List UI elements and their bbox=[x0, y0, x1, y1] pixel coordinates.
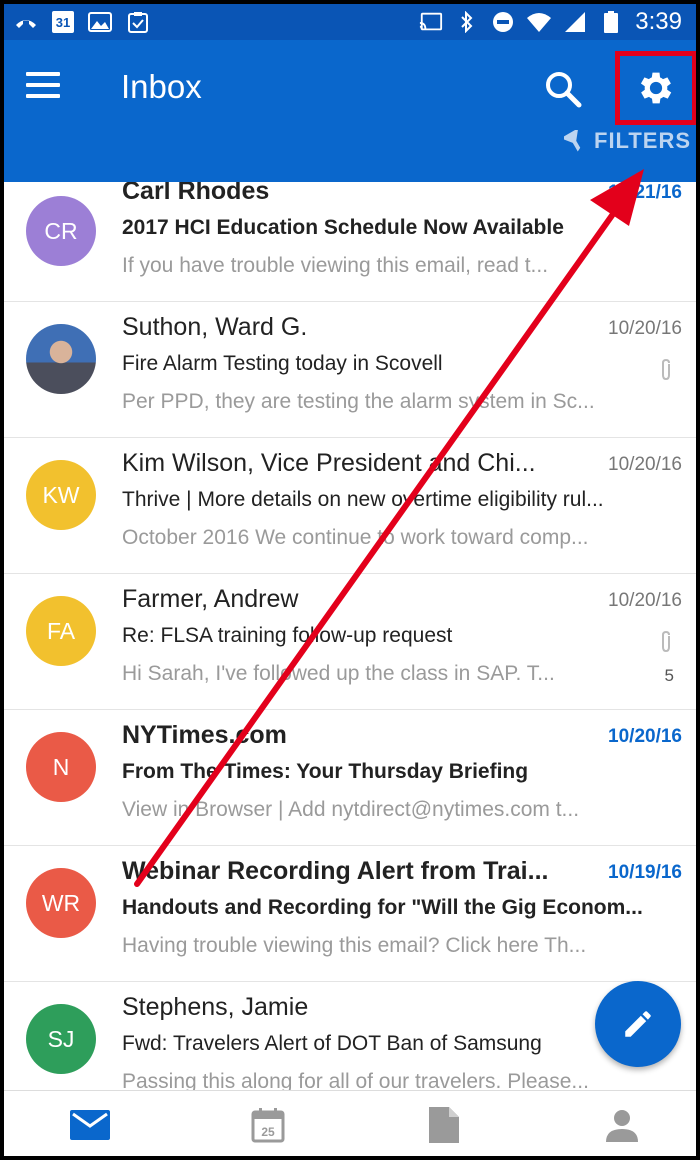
app-bar: Inbox FILTERS bbox=[4, 40, 696, 182]
nav-calendar-day: 25 bbox=[261, 1125, 275, 1139]
bottom-nav: 25 bbox=[4, 1090, 696, 1156]
mail-item[interactable]: Suthon, Ward G. 10/20/16 Fire Alarm Testin… bbox=[4, 302, 696, 438]
mail-sender: Kim Wilson, Vice President and Chi... bbox=[122, 449, 536, 477]
nav-files[interactable] bbox=[422, 1105, 466, 1145]
mail-icon bbox=[70, 1110, 110, 1140]
avatar: WR bbox=[26, 868, 96, 938]
avatar: FA bbox=[26, 596, 96, 666]
mail-sender: Carl Rhodes bbox=[122, 182, 270, 205]
filter-icon bbox=[564, 130, 581, 152]
gear-icon bbox=[640, 72, 672, 104]
mail-item[interactable]: SJ Stephens, Jamie Fwd: Travelers Alert of… bbox=[4, 982, 696, 1090]
mail-date: 10/19/16 bbox=[608, 862, 682, 883]
signal-icon bbox=[563, 11, 587, 33]
image-icon bbox=[88, 11, 112, 33]
avatar: SJ bbox=[26, 1004, 96, 1074]
mail-item[interactable]: KW Kim Wilson, Vice President and Chi... 1… bbox=[4, 438, 696, 574]
mail-sender: Farmer, Andrew bbox=[122, 585, 299, 613]
mail-subject: Re: FLSA training follow-up request bbox=[122, 624, 453, 647]
mail-preview: Hi Sarah, I've followed up the class in … bbox=[122, 662, 555, 685]
page-title: Inbox bbox=[121, 68, 202, 105]
bluetooth-icon bbox=[455, 11, 479, 33]
mail-list[interactable]: CR Carl Rhodes 10/21/16 2017 HCI Education … bbox=[4, 182, 696, 1090]
avatar: CR bbox=[26, 196, 96, 266]
phone-screen: 31 3:39 Inbox FILTERS CR Carl Rhodes 10/… bbox=[0, 0, 700, 1160]
compose-button[interactable] bbox=[595, 981, 681, 1067]
mail-item[interactable]: WR Webinar Recording Alert from Trai... 10… bbox=[4, 846, 696, 982]
mail-preview: Having trouble viewing this email? Click… bbox=[122, 934, 587, 957]
calendar-icon: 25 bbox=[251, 1108, 285, 1143]
mail-item[interactable]: CR Carl Rhodes 10/21/16 2017 HCI Education … bbox=[4, 182, 696, 302]
attachment-icon bbox=[662, 630, 670, 653]
mail-subject: From The Times: Your Thursday Briefing bbox=[122, 760, 529, 783]
mail-subject: Fwd: Travelers Alert of DOT Ban of Samsu… bbox=[122, 1032, 542, 1055]
menu-button[interactable] bbox=[26, 72, 62, 102]
mail-sender: Suthon, Ward G. bbox=[122, 313, 308, 341]
avatar: N bbox=[26, 732, 96, 802]
files-icon bbox=[429, 1107, 459, 1143]
nav-mail[interactable] bbox=[68, 1105, 112, 1145]
mail-date: 10/20/16 bbox=[608, 318, 682, 339]
search-button[interactable] bbox=[542, 68, 586, 112]
mail-sender: NYTimes.com bbox=[122, 721, 287, 749]
status-bar: 31 3:39 bbox=[4, 4, 696, 40]
mail-item[interactable]: N NYTimes.com 10/20/16 From The Times: Your… bbox=[4, 710, 696, 846]
battery-icon bbox=[599, 11, 623, 33]
nav-calendar[interactable]: 25 bbox=[246, 1105, 290, 1145]
calendar-icon: 31 bbox=[52, 11, 74, 33]
avatar bbox=[26, 324, 96, 394]
attachment-icon bbox=[662, 358, 670, 381]
people-icon bbox=[606, 1110, 638, 1142]
mail-sender: Webinar Recording Alert from Trai... bbox=[122, 857, 549, 885]
mail-subject: Handouts and Recording for "Will the Gig… bbox=[122, 896, 643, 919]
mail-preview: October 2016 We continue to work toward … bbox=[122, 526, 589, 549]
mail-sender: Stephens, Jamie bbox=[122, 993, 309, 1021]
cast-icon bbox=[419, 11, 443, 33]
mail-subject: 2017 HCI Education Schedule Now Availabl… bbox=[122, 216, 564, 239]
mail-preview: View in Browser | Add nytdirect@nytimes.… bbox=[122, 798, 580, 821]
filters-button[interactable]: FILTERS bbox=[564, 128, 691, 154]
settings-button[interactable] bbox=[615, 51, 696, 125]
mail-date: 10/20/16 bbox=[608, 590, 682, 611]
clock: 3:39 bbox=[635, 8, 682, 35]
mail-preview: Per PPD, they are testing the alarm syst… bbox=[122, 390, 595, 413]
menu-icon bbox=[26, 72, 60, 76]
mail-preview: Passing this along for all of our travel… bbox=[122, 1070, 589, 1090]
thread-count: 5 bbox=[664, 666, 674, 685]
nav-people[interactable] bbox=[600, 1105, 644, 1145]
clipboard-icon bbox=[126, 11, 150, 33]
do-not-disturb-icon bbox=[491, 11, 515, 33]
filters-label: FILTERS bbox=[594, 128, 692, 153]
mail-item[interactable]: FA Farmer, Andrew 10/20/16 Re: FLSA trainin… bbox=[4, 574, 696, 710]
mail-date: 10/21/16 bbox=[608, 182, 682, 203]
mail-date: 10/20/16 bbox=[608, 454, 682, 475]
mail-subject: Thrive | More details on new overtime el… bbox=[122, 488, 604, 511]
mail-subject: Fire Alarm Testing today in Scovell bbox=[122, 352, 443, 375]
search-icon bbox=[546, 72, 582, 108]
pencil-icon bbox=[625, 1011, 651, 1037]
missed-call-icon bbox=[14, 11, 38, 33]
wifi-icon bbox=[527, 11, 552, 33]
mail-preview: If you have trouble viewing this email, … bbox=[122, 254, 549, 277]
mail-date: 10/20/16 bbox=[608, 726, 682, 747]
avatar: KW bbox=[26, 460, 96, 530]
